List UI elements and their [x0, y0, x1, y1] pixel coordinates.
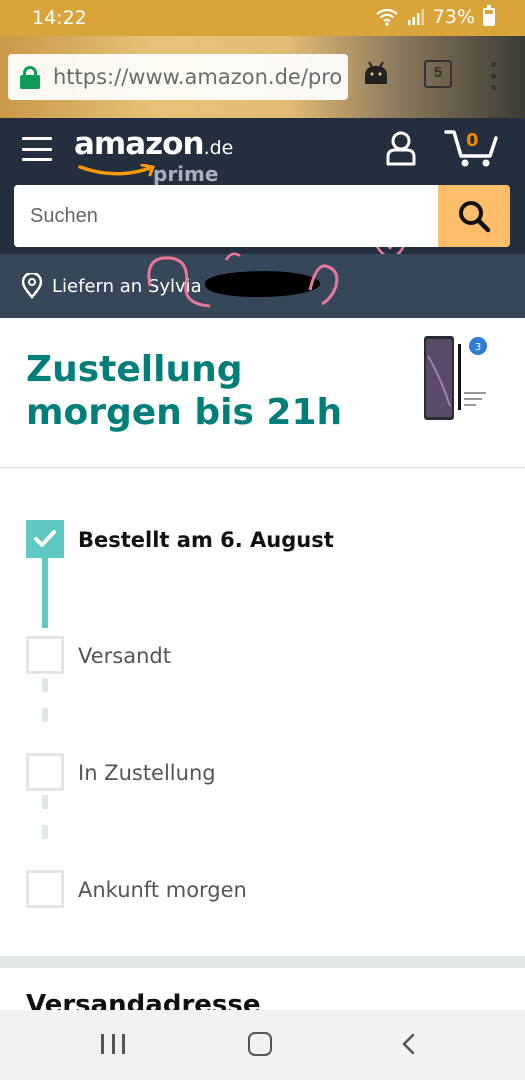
deliver-to-label: Liefern an Sylvia - [52, 276, 214, 297]
android-icon[interactable] [362, 60, 390, 88]
step-shipped-label: Versandt [78, 644, 171, 668]
url-text: https://www.amazon.de/pro [53, 65, 343, 89]
product-thumbnail[interactable]: 3 [420, 336, 492, 424]
search-button[interactable] [438, 185, 510, 247]
browser-toolbar: https://www.amazon.de/pro 5 [0, 36, 525, 118]
lock-icon [20, 66, 40, 89]
step-out-for-delivery-label: In Zustellung [78, 761, 216, 785]
battery-percent: 73% [432, 6, 475, 28]
progress-dash [42, 678, 48, 692]
step-arrival-checkbox [26, 870, 64, 908]
clock: 14:22 [32, 7, 87, 29]
shipment-tracker: Bestellt am 6. August Versandt In Zustel… [0, 468, 525, 956]
search-icon [459, 201, 491, 233]
checkmark-icon [34, 530, 56, 547]
home-icon[interactable] [248, 1032, 272, 1056]
account-icon[interactable] [385, 130, 417, 166]
progress-dash [42, 825, 48, 839]
location-pin-icon [22, 273, 42, 299]
delivery-status-section: Zustellung morgen bis 21h 3 [0, 318, 525, 468]
signal-icon [407, 9, 424, 25]
status-icons: 73% [375, 5, 495, 28]
step-shipped-checkbox [26, 636, 64, 674]
progress-dash [42, 795, 48, 809]
logo-prime: prime [153, 162, 219, 186]
step-ordered-checkbox [26, 520, 64, 558]
menu-dots-icon[interactable] [490, 62, 496, 90]
recents-icon[interactable] [101, 1034, 125, 1054]
progress-dash [42, 708, 48, 722]
step-out-for-delivery-checkbox [26, 753, 64, 791]
section-divider [0, 956, 525, 968]
progress-line-complete [42, 556, 48, 628]
logo-tld: .de [203, 137, 234, 159]
tab-count: 5 [433, 64, 443, 81]
battery-icon [483, 5, 495, 26]
status-bar: 14:22 73% [0, 0, 525, 36]
smile-arrow-icon [78, 164, 156, 177]
delivery-location-bar[interactable]: Liefern an Sylvia - [0, 252, 525, 318]
search-input[interactable] [14, 185, 438, 247]
step-ordered-label: Bestellt am 6. August [78, 528, 334, 552]
amazon-header: amazon.de prime 0 Liefern an Syl [0, 118, 525, 318]
search-bar [14, 185, 510, 247]
wifi-icon [376, 8, 398, 26]
back-icon[interactable] [398, 1032, 418, 1056]
tabs-icon[interactable]: 5 [424, 60, 452, 88]
product-badge: 3 [475, 342, 481, 353]
cart-count: 0 [466, 130, 479, 151]
amazon-logo[interactable]: amazon.de prime [74, 126, 234, 186]
delivery-headline: Zustellung morgen bis 21h [26, 349, 343, 433]
hamburger-menu-icon[interactable] [22, 137, 52, 161]
address-bar[interactable]: https://www.amazon.de/pro [8, 54, 348, 100]
step-arrival-label: Ankunft morgen [78, 878, 247, 902]
redaction-scribble [204, 269, 321, 299]
logo-word: amazon [74, 126, 205, 162]
system-nav-bar [0, 1010, 525, 1080]
